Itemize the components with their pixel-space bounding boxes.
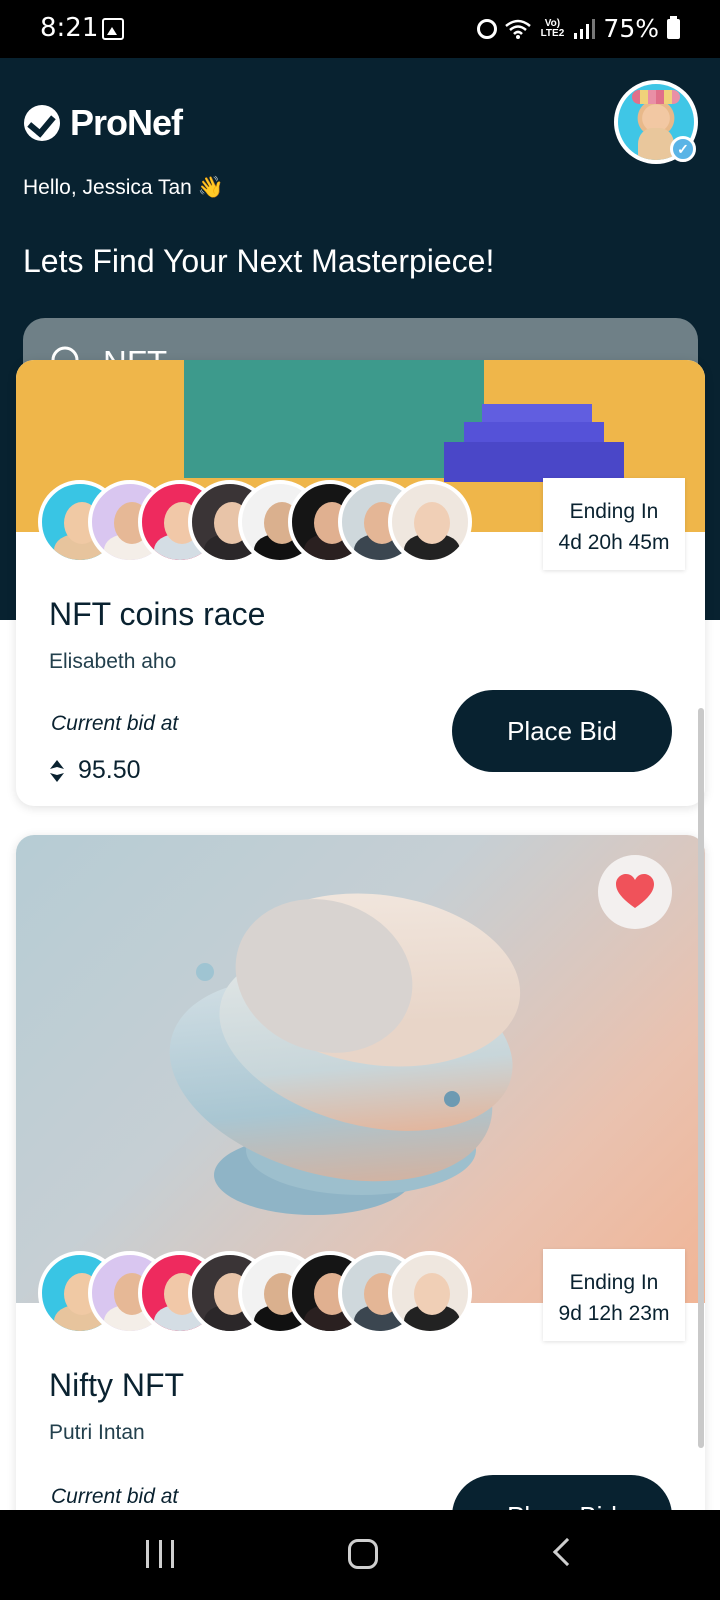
volte-label: Vo) LTE2 <box>540 17 565 39</box>
nft-card[interactable]: Ending In 9d 12h 23m Nifty NFT Putri Int… <box>16 835 705 1535</box>
greeting: Hello, Jessica Tan 👋 <box>23 176 224 199</box>
recents-icon[interactable] <box>146 1540 174 1568</box>
bid-amount: 95.50 <box>78 756 141 784</box>
verified-icon: ✓ <box>670 136 696 162</box>
nft-artwork <box>16 835 705 1303</box>
signal-icon <box>574 18 596 39</box>
ending-timer: Ending In 4d 20h 45m <box>543 478 685 570</box>
page-title: Lets Find Your Next Masterpiece! <box>23 243 495 279</box>
nft-title: NFT coins race <box>49 596 266 632</box>
app-name: ProNef <box>70 102 183 143</box>
ending-label: Ending In <box>569 1271 659 1294</box>
status-bar: 8:21 Vo) LTE2 75% <box>0 0 720 58</box>
ending-label: Ending In <box>569 500 659 523</box>
system-nav-bar <box>0 1510 720 1600</box>
current-bid-label: Current bid at <box>51 1485 179 1508</box>
bidder-avatars <box>38 480 472 564</box>
home-icon[interactable] <box>348 1539 378 1569</box>
nft-author: Elisabeth aho <box>49 650 177 673</box>
nft-card[interactable]: Ending In 4d 20h 45m NFT coins race Elis… <box>16 360 705 806</box>
avatar <box>388 1251 472 1335</box>
current-bid-label: Current bid at <box>51 712 179 735</box>
status-time: 8:21 <box>40 13 99 43</box>
ending-time: 9d 12h 23m <box>558 1302 670 1325</box>
nft-author: Putri Intan <box>49 1421 145 1444</box>
ending-time: 4d 20h 45m <box>558 531 670 554</box>
wifi-icon <box>505 19 532 39</box>
check-logo-icon <box>24 105 60 141</box>
ending-timer: Ending In 9d 12h 23m <box>543 1249 685 1341</box>
app-logo: ProNef <box>24 102 183 144</box>
battery-percent: 75% <box>603 14 659 43</box>
alarm-icon <box>477 18 498 39</box>
current-bid: 95.50 <box>50 756 141 785</box>
favorite-button[interactable] <box>598 855 672 929</box>
battery-icon <box>667 15 680 39</box>
profile-avatar[interactable]: ✓ <box>614 80 698 164</box>
heart-icon <box>616 874 654 908</box>
bidder-avatars <box>38 1251 472 1335</box>
place-bid-button[interactable]: Place Bid <box>452 690 672 772</box>
gallery-icon <box>102 18 124 40</box>
back-icon[interactable] <box>552 1537 582 1567</box>
ethereum-icon <box>50 759 64 782</box>
avatar <box>388 480 472 564</box>
scrollbar[interactable] <box>698 708 704 1448</box>
nft-title: Nifty NFT <box>49 1367 185 1403</box>
status-icons: Vo) LTE2 75% <box>477 14 680 43</box>
